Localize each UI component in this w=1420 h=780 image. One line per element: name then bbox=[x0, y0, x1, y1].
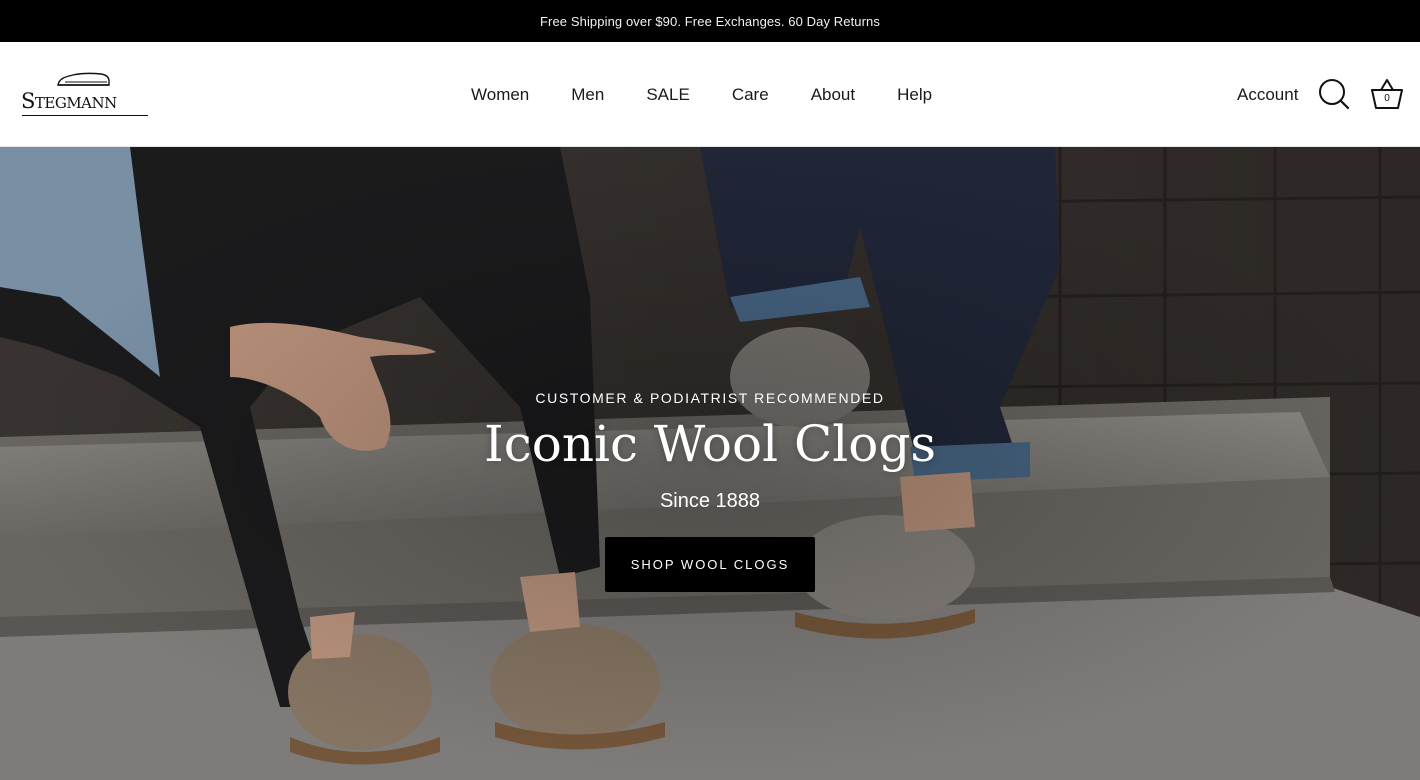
nav-women[interactable]: Women bbox=[450, 85, 550, 105]
announcement-bar: Free Shipping over $90. Free Exchanges. … bbox=[0, 0, 1420, 42]
hero-banner: CUSTOMER & PODIATRIST RECOMMENDED Iconic… bbox=[0, 147, 1420, 780]
search-icon bbox=[1319, 79, 1350, 110]
nav-men[interactable]: Men bbox=[550, 85, 625, 105]
nav-help[interactable]: Help bbox=[876, 85, 953, 105]
nav-about[interactable]: About bbox=[790, 85, 876, 105]
nav-sale[interactable]: SALE bbox=[625, 85, 710, 105]
account-link[interactable]: Account bbox=[1237, 85, 1298, 105]
search-button[interactable] bbox=[1318, 78, 1350, 110]
nav-care[interactable]: Care bbox=[711, 85, 790, 105]
main-nav: Women Men SALE Care About Help bbox=[450, 42, 953, 147]
hero-content: CUSTOMER & PODIATRIST RECOMMENDED Iconic… bbox=[360, 390, 1060, 592]
site-header: Stegmann Women Men SALE Care About Help … bbox=[0, 42, 1420, 147]
hero-headline: Iconic Wool Clogs bbox=[483, 415, 937, 473]
stegmann-logo[interactable]: Stegmann bbox=[21, 72, 153, 118]
cart-button[interactable]: 0 bbox=[1369, 77, 1405, 111]
shoe-logo-icon bbox=[57, 72, 110, 86]
cart-count: 0 bbox=[1384, 93, 1390, 104]
logo-underline bbox=[22, 115, 148, 116]
announcement-text: Free Shipping over $90. Free Exchanges. … bbox=[540, 13, 880, 29]
hero-eyebrow: CUSTOMER & PODIATRIST RECOMMENDED bbox=[535, 390, 885, 406]
logo-wordmark: Stegmann bbox=[21, 89, 117, 113]
hero-subheadline: Since 1888 bbox=[659, 490, 761, 512]
shop-wool-clogs-button[interactable]: SHOP WOOL CLOGS bbox=[605, 537, 815, 592]
